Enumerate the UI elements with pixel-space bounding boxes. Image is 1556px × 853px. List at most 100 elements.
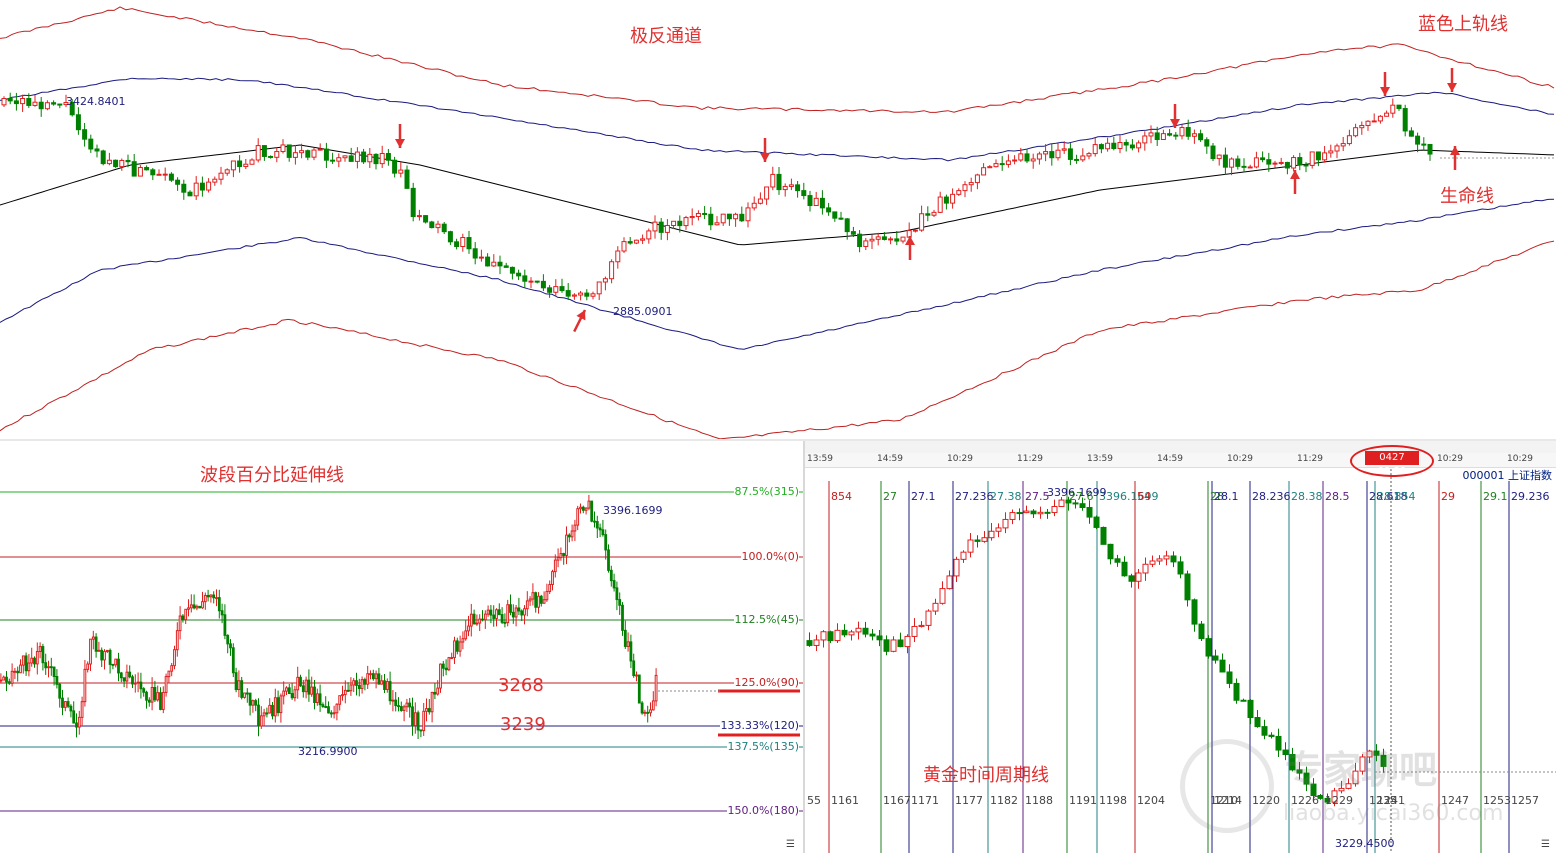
- candle-body: [795, 184, 801, 192]
- candle-body: [1340, 143, 1346, 147]
- candle-body: [497, 261, 503, 267]
- lower-outer-channel-line: [0, 240, 1555, 440]
- annotation-arrow-2-head: [760, 153, 770, 162]
- chart-toolbar[interactable]: [805, 441, 1556, 453]
- candle-body: [100, 150, 106, 165]
- candle-body: [223, 614, 227, 636]
- time-cycle-chart-panel[interactable]: 13:59 14:59 10:29 11:29 13:59 14:59 10:29 11:29…: [805, 441, 1556, 853]
- cycle-bottom-label: 55: [807, 794, 821, 807]
- level-label-0: 87.5%(315): [734, 485, 799, 498]
- candle-body: [24, 655, 28, 672]
- candle-body: [304, 679, 308, 693]
- candle-body: [133, 682, 137, 685]
- candle-body: [1241, 165, 1247, 168]
- candle-body: [441, 223, 447, 233]
- channel-chart-panel[interactable]: 极反通道 蓝色上轨线 生命线 3424.8401 2885.0901: [0, 0, 1556, 440]
- cycle-top-label: 27.236: [955, 490, 994, 503]
- annotation-arrow-1-head: [395, 139, 405, 148]
- candle-body: [317, 148, 323, 151]
- candle-body: [534, 280, 540, 283]
- candle-body: [348, 155, 354, 162]
- candle-body: [168, 173, 174, 181]
- candle-body: [1086, 507, 1093, 518]
- candle-body: [590, 293, 596, 297]
- candle-body: [367, 153, 373, 163]
- candle-body: [10, 670, 14, 684]
- menu-icon[interactable]: ☰: [786, 839, 795, 850]
- high-price-label: 3424.8401: [66, 95, 126, 108]
- candle-body: [321, 704, 325, 707]
- candle-body: [0, 679, 3, 682]
- candle-body: [248, 692, 252, 706]
- candle-body: [528, 280, 534, 283]
- candle-body: [398, 169, 404, 174]
- candle-body: [199, 182, 205, 191]
- candle-body: [1272, 162, 1278, 165]
- candle-body: [869, 238, 875, 242]
- candle-body: [447, 231, 453, 243]
- candle-body: [192, 604, 196, 609]
- candle-body: [346, 689, 350, 692]
- candle-body: [355, 680, 358, 686]
- candle-body: [83, 668, 87, 703]
- candle-body: [475, 622, 479, 625]
- candle-body: [1240, 699, 1247, 702]
- swing-high-label: 3396.1699: [603, 504, 663, 517]
- time-axis-tick: 13:59: [807, 454, 833, 464]
- candle-body: [1179, 127, 1185, 137]
- candle-body: [623, 629, 627, 647]
- candle-body: [988, 530, 995, 539]
- candle-body: [1222, 154, 1228, 168]
- candle-body: [19, 664, 22, 674]
- level-label-4: 133.33%(120): [720, 719, 799, 732]
- candle-body: [178, 615, 182, 632]
- candle-body: [234, 672, 238, 691]
- candle-body: [556, 557, 560, 561]
- time-axis-tick: 10:29: [1227, 454, 1253, 464]
- candle-body: [540, 280, 546, 289]
- candle-body: [834, 629, 841, 642]
- candle-body: [1037, 511, 1044, 515]
- candle-body: [492, 614, 496, 619]
- candle-body: [354, 151, 360, 162]
- candle-body: [826, 207, 832, 213]
- candle-body: [1384, 112, 1390, 117]
- candle-body: [1093, 516, 1100, 528]
- candle-body: [416, 215, 422, 218]
- lower-rail-line: [0, 198, 1555, 350]
- time-axis-tick: 10:29: [947, 454, 973, 464]
- candle-body: [187, 191, 193, 197]
- extension-chart-panel[interactable]: 波段百分比延伸线 3396.1699 3216.9900 3268 3239 8…: [0, 441, 803, 853]
- candle-body: [89, 638, 92, 665]
- candle-body: [1346, 135, 1352, 145]
- candle-body: [1079, 503, 1086, 509]
- candle-body: [578, 292, 584, 296]
- candle-body: [150, 687, 154, 703]
- candle-body: [187, 607, 190, 610]
- candle-body: [567, 534, 571, 538]
- candle-body: [503, 621, 507, 624]
- cycle-top-label: 28.5: [1325, 490, 1350, 503]
- candle-body: [2, 676, 6, 681]
- candle-body: [520, 610, 524, 616]
- candle-body: [587, 500, 591, 509]
- candle-body: [1402, 108, 1408, 132]
- candle-body: [175, 179, 181, 185]
- candle-body: [962, 184, 968, 192]
- candle-body: [38, 646, 42, 653]
- candle-body: [1253, 157, 1259, 168]
- cycle-top-label: 27: [883, 490, 897, 503]
- candle-body: [466, 237, 472, 250]
- candle-body: [399, 706, 403, 711]
- menu-icon-right[interactable]: ☰: [1541, 839, 1550, 850]
- candle-body: [981, 537, 988, 542]
- candle-body: [813, 197, 819, 207]
- candle-body: [523, 608, 526, 616]
- cycle-bottom-label: 1161: [831, 794, 859, 807]
- candle-body: [257, 704, 260, 727]
- candle-body: [946, 575, 953, 590]
- candle-body: [593, 520, 596, 523]
- candle-body: [819, 197, 825, 209]
- candle-body: [584, 507, 588, 511]
- candle-body: [1328, 150, 1334, 154]
